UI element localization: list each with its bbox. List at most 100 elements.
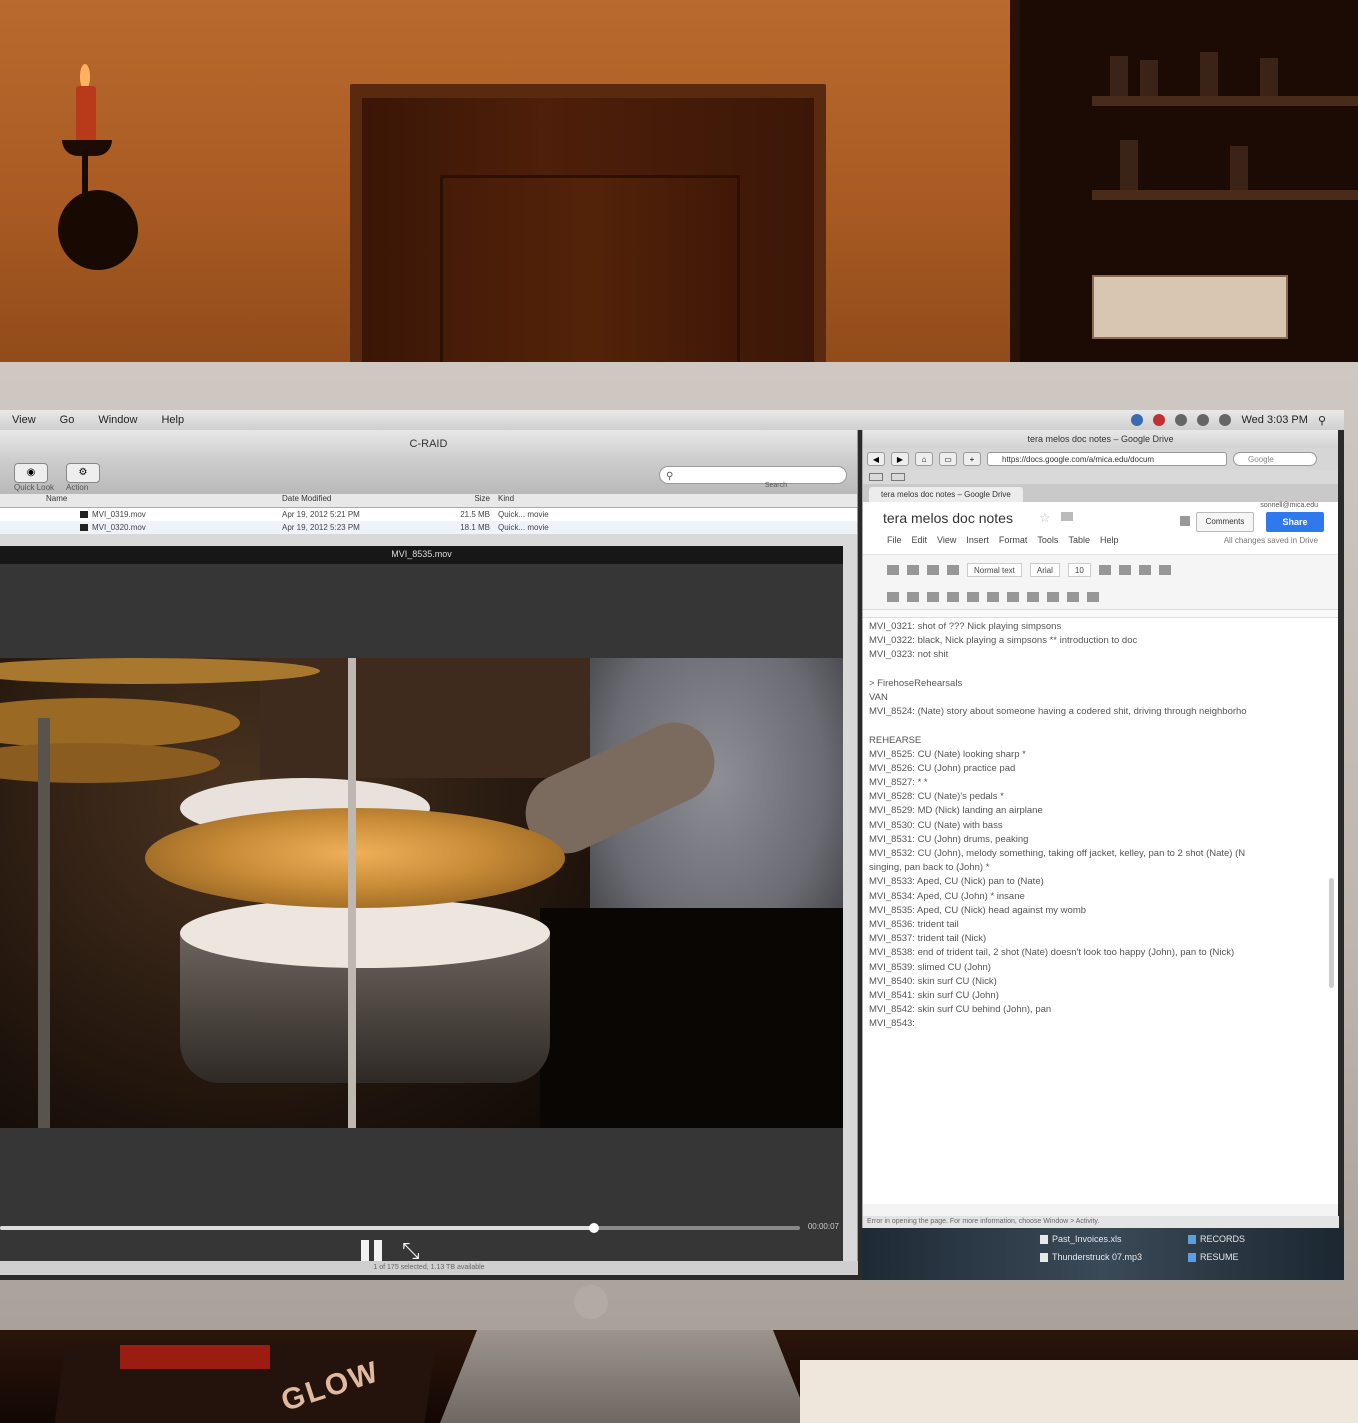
magazine-red-strip: [120, 1345, 270, 1369]
save-status: All changes saved in Drive: [1223, 536, 1318, 545]
align-right-icon[interactable]: [967, 591, 979, 602]
reading-list-icon[interactable]: [869, 473, 883, 481]
cymbal-stand: [348, 658, 356, 1128]
doc-line: > FirehoseRehearsals: [869, 677, 963, 689]
bold-icon[interactable]: [1098, 564, 1111, 575]
browser-title: tera melos doc notes – Google Drive: [863, 430, 1338, 448]
bookmark-icon[interactable]: ▭: [939, 452, 957, 466]
shelf-box: [1092, 275, 1288, 339]
redo-icon[interactable]: [927, 564, 939, 575]
comments-button[interactable]: Comments: [1196, 512, 1254, 532]
menu-tools[interactable]: Tools: [1037, 535, 1058, 545]
spotlight-icon[interactable]: ⚲: [1318, 414, 1326, 427]
desktop-folder[interactable]: RESUME: [1188, 1252, 1239, 1263]
clear-format-icon[interactable]: [1087, 591, 1099, 602]
numbered-list-icon[interactable]: [1027, 591, 1039, 602]
style-select[interactable]: Normal text: [967, 562, 1022, 577]
video-frame[interactable]: [0, 658, 843, 1128]
column-date[interactable]: Date Modified: [282, 494, 442, 507]
tab-google-drive[interactable]: tera melos doc notes – Google Drive: [869, 487, 1023, 502]
star-icon[interactable]: ☆: [1039, 510, 1051, 526]
align-left-icon[interactable]: [927, 591, 939, 602]
menu-help[interactable]: Help: [1100, 535, 1119, 545]
menu-help[interactable]: Help: [149, 414, 196, 426]
underline-icon[interactable]: [1138, 564, 1151, 575]
menu-edit[interactable]: Edit: [912, 535, 928, 545]
scrubber-knob[interactable]: [589, 1223, 599, 1233]
menu-view[interactable]: View: [937, 535, 956, 545]
align-center-icon[interactable]: [947, 591, 959, 602]
quicktime-title: MVI_8535.mov: [0, 546, 843, 564]
wifi-icon[interactable]: [1197, 414, 1210, 426]
menu-go[interactable]: Go: [48, 414, 87, 426]
add-icon[interactable]: +: [963, 452, 981, 466]
desktop: Past_Invoices.xls Thunderstruck 07.mp3 R…: [862, 1228, 1344, 1280]
volume-icon[interactable]: [1219, 414, 1232, 426]
gdoc-header: tera melos doc notes ☆ sonnell@mica.edu …: [863, 502, 1338, 554]
desktop-file[interactable]: Thunderstruck 07.mp3: [1040, 1252, 1143, 1263]
finder-window: C-RAID ◉ Quick Look ⚙ Action ⚲ Search Na…: [0, 430, 858, 1275]
comment-icon[interactable]: [907, 591, 919, 602]
user-account[interactable]: sonnell@mica.edu: [1260, 502, 1318, 509]
desktop-folder-label: RECORDS: [1200, 1234, 1246, 1244]
menu-window[interactable]: Window: [86, 414, 149, 426]
desktop-file[interactable]: Past_Invoices.xls: [1040, 1234, 1122, 1245]
google-search-field[interactable]: Google: [1233, 452, 1317, 466]
link-icon[interactable]: [887, 591, 899, 602]
column-kind[interactable]: Kind: [498, 494, 598, 507]
desktop-file-label: Past_Invoices.xls: [1052, 1234, 1122, 1244]
folder-icon[interactable]: [1061, 512, 1073, 521]
browser-status: Error in opening the page. For more info…: [863, 1216, 1339, 1228]
undo-icon[interactable]: [907, 564, 919, 575]
scrubber[interactable]: [0, 1223, 800, 1233]
column-size[interactable]: Size: [442, 494, 498, 507]
menu-format[interactable]: Format: [999, 535, 1028, 545]
menu-insert[interactable]: Insert: [966, 535, 989, 545]
menubar-clock[interactable]: Wed 3:03 PM: [1241, 414, 1307, 426]
back-button[interactable]: ◀: [867, 452, 885, 466]
quicktime-player: MVI_8535.mov 00:00:07 ⤡: [0, 546, 843, 1263]
menu-table[interactable]: Table: [1068, 535, 1090, 545]
forward-button[interactable]: ▶: [891, 452, 909, 466]
doc-line: REHEARSE: [869, 734, 922, 746]
time-remaining: 00:00:07: [807, 1222, 839, 1231]
top-sites-icon[interactable]: [891, 473, 905, 481]
line-spacing-icon[interactable]: [1007, 591, 1019, 602]
finder-search-input[interactable]: ⚲: [659, 466, 847, 484]
file-kind: Quick... movie: [498, 510, 549, 519]
align-justify-icon[interactable]: [987, 591, 999, 602]
status-red-icon[interactable]: [1153, 414, 1166, 426]
home-icon[interactable]: ⌂: [915, 452, 933, 466]
file-row[interactable]: MVI_0319.mov Apr 19, 2012 5:21 PM 21.5 M…: [0, 508, 857, 521]
menu-view[interactable]: View: [0, 414, 48, 426]
bluetooth-icon[interactable]: [1175, 414, 1188, 426]
text-color-icon[interactable]: [1158, 564, 1171, 575]
desktop-folder[interactable]: RECORDS: [1188, 1234, 1246, 1245]
document-body[interactable]: MVI_0321: shot of ??? Nick playing simps…: [863, 618, 1338, 1204]
font-size-select[interactable]: 10: [1067, 562, 1091, 577]
paint-format-icon[interactable]: [947, 564, 959, 575]
quick-look-button[interactable]: ◉: [14, 462, 48, 483]
doc-line: MVI_8526: CU (John) practice pad: [869, 762, 1016, 774]
indent-icon[interactable]: [1067, 591, 1079, 602]
file-row[interactable]: MVI_0320.mov Apr 19, 2012 5:23 PM 18.1 M…: [0, 521, 857, 534]
italic-icon[interactable]: [1118, 564, 1131, 575]
doc-line: MVI_0321: shot of ??? Nick playing simps…: [869, 621, 1062, 632]
column-name[interactable]: Name: [0, 494, 282, 507]
action-button[interactable]: ⚙: [66, 462, 101, 483]
font-select[interactable]: Arial: [1029, 562, 1060, 577]
dropbox-icon[interactable]: [1131, 414, 1144, 426]
chat-icon[interactable]: [1180, 516, 1190, 526]
video-shadow: [540, 908, 843, 1128]
doc-title[interactable]: tera melos doc notes: [883, 510, 1013, 526]
menu-file[interactable]: File: [887, 535, 902, 545]
url-field[interactable]: https://docs.google.com/a/mica.edu/docum: [987, 452, 1227, 466]
bulleted-list-icon[interactable]: [1047, 591, 1059, 602]
doc-line: MVI_8536: trident tail: [869, 918, 959, 930]
desktop-file-label: Thunderstruck 07.mp3: [1052, 1252, 1143, 1262]
doc-line: MVI_8537: trident tail (Nick): [869, 933, 987, 945]
share-button[interactable]: Share: [1266, 512, 1324, 532]
doc-line: MVI_8542: skin surf CU behind (John), pa…: [869, 1004, 1052, 1016]
print-icon[interactable]: [887, 564, 899, 575]
doc-scrollbar[interactable]: [1329, 878, 1334, 988]
